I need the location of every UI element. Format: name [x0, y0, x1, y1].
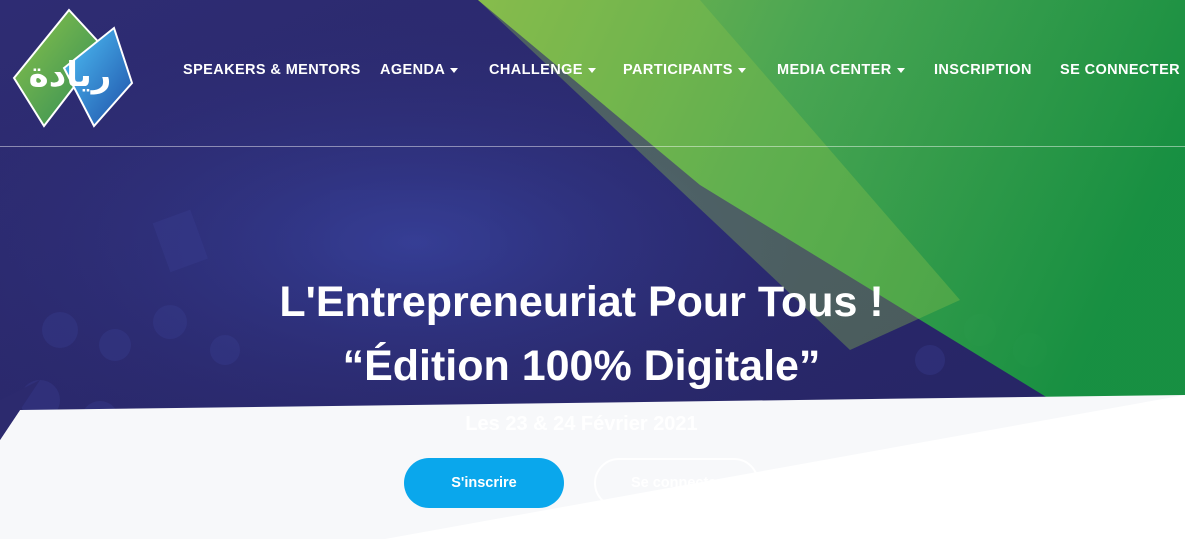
chevron-down-icon — [450, 68, 459, 73]
signup-button[interactable]: S'inscrire — [404, 458, 564, 508]
header-divider — [0, 146, 1185, 147]
nav-inscription[interactable]: INSCRIPTION — [934, 60, 1032, 80]
nav-participants[interactable]: PARTICIPANTS — [623, 60, 746, 80]
chevron-down-icon — [587, 68, 596, 73]
main-nav: SPEAKERS & MENTORS AGENDA CHALLENGE PART… — [0, 60, 1185, 82]
login-button[interactable]: Se connecter — [594, 458, 759, 508]
nav-speakers-mentors[interactable]: SPEAKERS & MENTORS — [183, 60, 361, 80]
nav-item-label: MEDIA CENTER — [777, 62, 892, 78]
nav-se-connecter[interactable]: SE CONNECTER — [1060, 60, 1180, 80]
chevron-down-icon — [896, 68, 905, 73]
hero-title-line2: “Édition 100% Digitale” — [342, 342, 821, 390]
nav-challenge[interactable]: CHALLENGE — [489, 60, 596, 80]
event-date: Les 23 & 24 Février 2021 — [465, 413, 698, 435]
hero-section: ريادة SPEAKERS & MENTORS AGENDA CHALLENG… — [0, 0, 1185, 539]
nav-item-label: PARTICIPANTS — [623, 62, 733, 78]
nav-agenda[interactable]: AGENDA — [380, 60, 459, 80]
nav-item-label: INSCRIPTION — [934, 62, 1032, 78]
hero-title-line1: L'Entrepreneuriat Pour Tous ! — [279, 278, 884, 326]
nav-media-center[interactable]: MEDIA CENTER — [777, 60, 905, 80]
nav-item-label: CHALLENGE — [489, 62, 583, 78]
nav-item-label: SPEAKERS & MENTORS — [183, 62, 361, 78]
nav-item-label: SE CONNECTER — [1060, 62, 1181, 78]
chevron-down-icon — [737, 68, 746, 73]
nav-item-label: AGENDA — [380, 62, 446, 78]
